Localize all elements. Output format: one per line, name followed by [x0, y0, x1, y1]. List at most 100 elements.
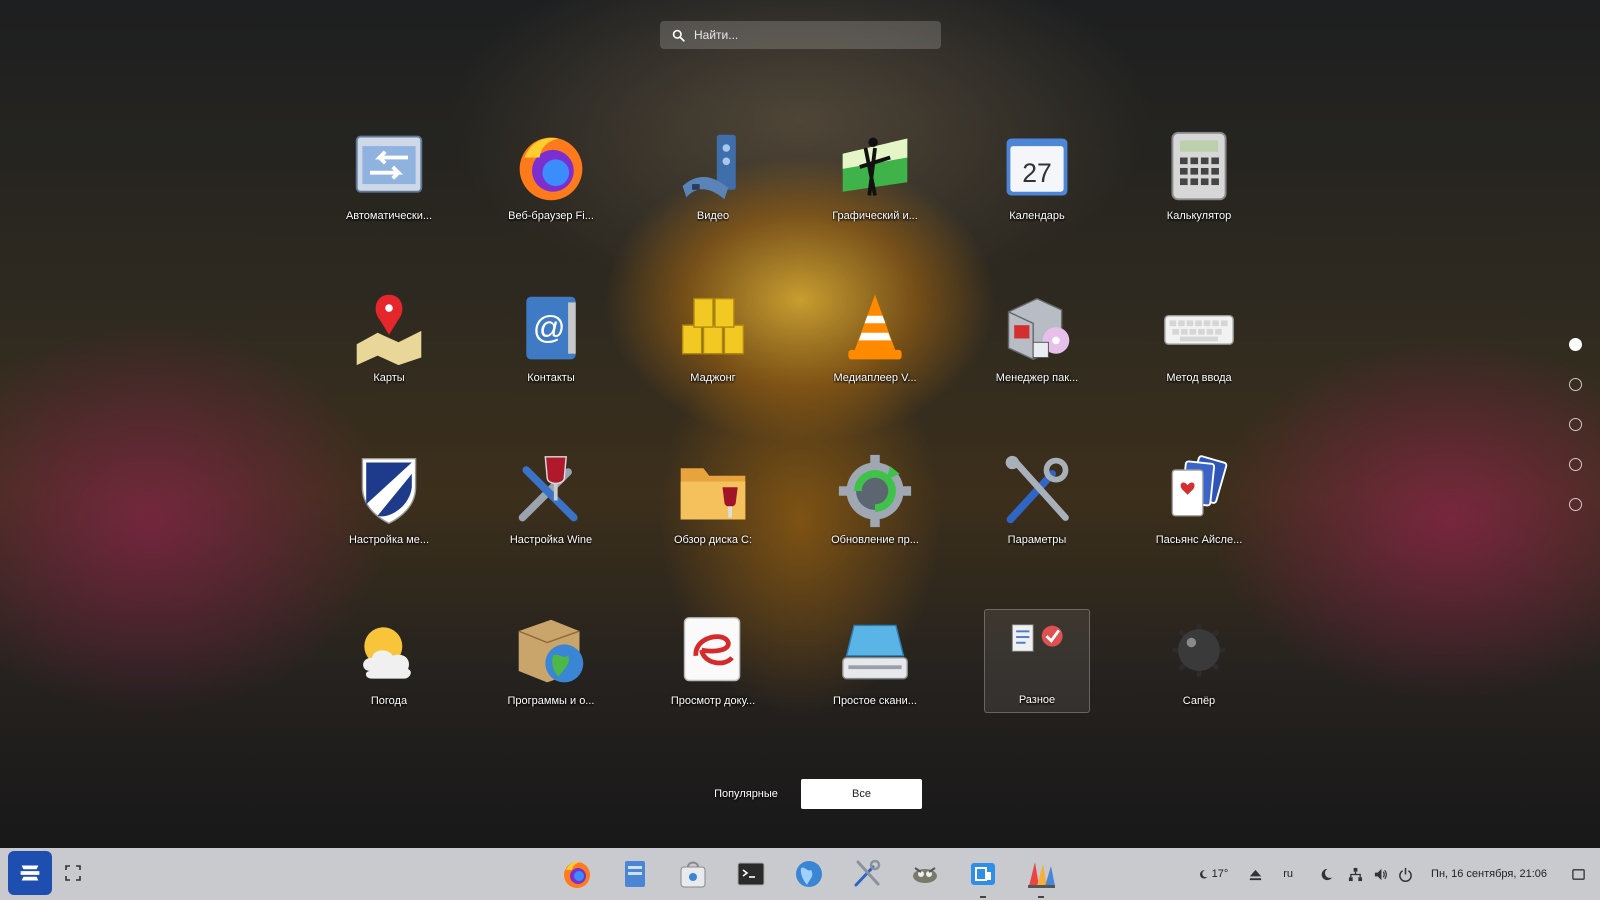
app-label: Обзор диска C: — [673, 534, 753, 546]
zorin-menu-button[interactable] — [8, 851, 52, 895]
app-label: Автоматически... — [345, 210, 433, 222]
app-video[interactable]: Видео — [643, 127, 783, 237]
maps-icon — [349, 289, 429, 369]
volume-indicator[interactable] — [1373, 867, 1388, 882]
volume-icon — [1374, 868, 1387, 880]
app-vlc[interactable]: Медиаплеер V... — [805, 289, 945, 399]
show-desktop-button[interactable] — [1571, 867, 1586, 882]
calendar-icon: 27 — [997, 127, 1077, 207]
app-software-sources[interactable]: Программы и о... — [481, 612, 621, 722]
workspace-overview-icon[interactable] — [64, 864, 82, 882]
eject-button[interactable] — [1248, 867, 1263, 882]
app-calculator[interactable]: Калькулятор — [1129, 127, 1269, 237]
app-firefox[interactable]: Веб-браузер Fi... — [481, 127, 621, 237]
taskbar-firefox[interactable] — [548, 854, 606, 894]
software-store-icon — [680, 861, 706, 888]
search-input[interactable] — [694, 28, 924, 42]
mines-icon — [1159, 612, 1239, 692]
weather-indicator[interactable]: 17° — [1198, 868, 1229, 880]
weather-icon — [349, 612, 429, 692]
taskbar-software[interactable] — [664, 854, 722, 894]
night-light-indicator[interactable] — [1319, 867, 1334, 882]
page-dot-1[interactable] — [1569, 338, 1582, 351]
app-package-manager[interactable]: Менеджер пак... — [967, 289, 1107, 399]
shield-icon — [349, 451, 429, 531]
page-dot-2[interactable] — [1569, 378, 1582, 391]
folder-misc-icon — [997, 618, 1077, 658]
tab-popular[interactable]: Популярные — [691, 779, 801, 809]
system-tray: 17° ru Пн, 16 сентября, 21:06 — [1188, 848, 1600, 900]
settings-tools-icon — [997, 451, 1077, 531]
app-mahjong[interactable]: Маджонг — [643, 289, 783, 399]
kolourpaint-icon — [1028, 862, 1055, 888]
globe-icon — [796, 861, 822, 887]
cards-icon — [1159, 451, 1239, 531]
taskbar-files[interactable] — [606, 854, 664, 894]
network-indicator[interactable] — [1348, 867, 1363, 882]
taskbar-apps — [548, 854, 1070, 898]
app-label: Графический и... — [832, 210, 918, 222]
document-viewer-icon — [673, 612, 753, 692]
app-input-method[interactable]: Метод ввода — [1129, 289, 1269, 399]
app-label: Пасьянс Айсле... — [1155, 534, 1243, 546]
taskbar-terminal[interactable] — [722, 854, 780, 894]
app-label: Калькулятор — [1166, 210, 1232, 222]
zorin-appearance-icon — [913, 867, 937, 883]
page-dot-4[interactable] — [1569, 458, 1582, 471]
app-label: Карты — [373, 372, 405, 384]
page-dot-3[interactable] — [1569, 418, 1582, 431]
app-label: Параметры — [1007, 534, 1067, 546]
search-bar[interactable] — [660, 21, 941, 49]
folder-box: Разное — [984, 609, 1090, 713]
app-mines[interactable]: Сапёр — [1129, 612, 1269, 722]
contacts-icon: @ — [511, 289, 591, 369]
app-graphics[interactable]: Графический и... — [805, 127, 945, 237]
software-globe-icon — [511, 612, 591, 692]
search-icon — [672, 29, 685, 42]
app-label: Программы и о... — [507, 695, 595, 707]
svg-text:@: @ — [533, 310, 566, 346]
tab-all[interactable]: Все — [801, 779, 922, 809]
app-parameters[interactable]: Параметры — [967, 451, 1107, 561]
app-label: Простое скани... — [833, 695, 917, 707]
weather-temperature: 17° — [1211, 868, 1229, 880]
app-simple-scan[interactable]: Простое скани... — [805, 612, 945, 722]
calculator-icon — [1159, 127, 1239, 207]
eject-icon — [1250, 869, 1262, 880]
app-contacts[interactable]: @ Контакты — [481, 289, 621, 399]
network-icon — [1348, 867, 1363, 881]
power-menu[interactable] — [1398, 867, 1413, 882]
taskbar-appearance[interactable] — [896, 854, 954, 894]
app-menu-settings[interactable]: Настройка ме... — [319, 451, 459, 561]
power-icon — [1399, 867, 1412, 882]
running-indicator — [980, 896, 986, 898]
files-icon — [625, 861, 645, 887]
app-label: Календарь — [1009, 210, 1065, 222]
app-label: Медиаплеер V... — [833, 372, 917, 384]
vlc-icon — [835, 289, 915, 369]
taskbar-browser-globe[interactable] — [780, 854, 838, 894]
app-calendar[interactable]: 27 Календарь — [967, 127, 1107, 237]
app-aisleriot[interactable]: Пасьянс Айсле... — [1129, 451, 1269, 561]
taskbar-settings[interactable] — [838, 854, 896, 894]
package-manager-icon — [997, 289, 1077, 369]
app-auto-login[interactable]: Автоматически... — [319, 127, 459, 237]
app-software-update[interactable]: Обновление пр... — [805, 451, 945, 561]
app-drive-c[interactable]: Обзор диска C: — [643, 451, 783, 561]
keyboard-layout[interactable]: ru — [1283, 868, 1293, 880]
taskbar-paint[interactable] — [1012, 854, 1070, 898]
app-weather[interactable]: Погода — [319, 612, 459, 722]
moon-icon — [1199, 869, 1208, 879]
taskbar: 17° ru Пн, 16 сентября, 21:06 — [0, 848, 1600, 900]
app-wine-config[interactable]: Настройка Wine — [481, 451, 621, 561]
page-dot-5[interactable] — [1569, 498, 1582, 511]
app-folder-misc[interactable]: Разное — [978, 609, 1096, 719]
app-maps[interactable]: Карты — [319, 289, 459, 399]
taskbar-connect[interactable] — [954, 854, 1012, 898]
keyboard-icon — [1159, 289, 1239, 369]
moon-icon — [1321, 868, 1333, 880]
clock[interactable]: Пн, 16 сентября, 21:06 — [1431, 868, 1547, 880]
app-label: Настройка Wine — [509, 534, 593, 546]
app-document-viewer[interactable]: Просмотр доку... — [643, 612, 783, 722]
app-label: Разное — [1018, 694, 1056, 706]
